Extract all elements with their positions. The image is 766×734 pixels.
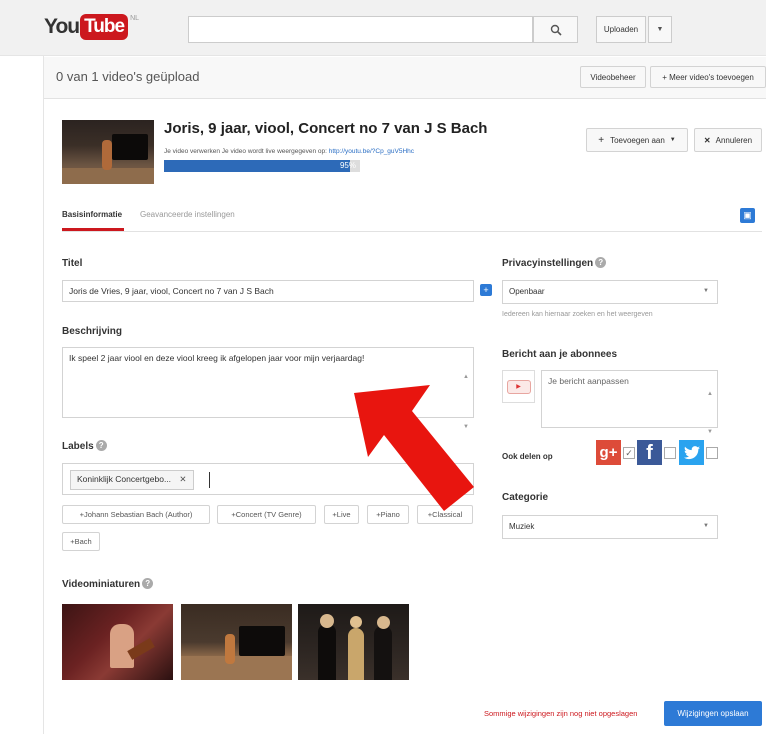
- masthead: You Tube NL Uploaden ▼: [0, 0, 766, 56]
- description-text: Ik speel 2 jaar viool en deze viool kree…: [69, 353, 365, 363]
- label-tag: Koninklijk Concertgebo... ✕: [70, 470, 194, 490]
- thumbnail-option-3[interactable]: [298, 604, 409, 680]
- title-info-icon[interactable]: +: [480, 284, 492, 296]
- youtube-logo[interactable]: You Tube NL: [44, 13, 139, 41]
- title-label: Titel: [62, 258, 83, 269]
- privacy-label-text: Privacyinstellingen: [502, 258, 594, 269]
- logo-region: NL: [130, 15, 140, 22]
- help-icon[interactable]: ?: [95, 440, 107, 451]
- upload-progress-label: 95%: [339, 161, 356, 170]
- search-button[interactable]: [533, 16, 578, 43]
- tab-advanced-settings[interactable]: Geavanceerde instellingen: [140, 210, 235, 219]
- add-to-label: Toevoegen aan: [610, 135, 665, 145]
- labels-label-text: Labels: [62, 441, 94, 452]
- annotation-arrow-icon: [354, 385, 474, 511]
- tabs-divider: [62, 231, 762, 232]
- google-plus-icon[interactable]: g+: [596, 440, 621, 465]
- text-caret: [209, 472, 210, 488]
- privacy-value: Openbaar: [509, 287, 545, 296]
- description-label: Beschrijving: [62, 326, 123, 337]
- facebook-checkbox[interactable]: [664, 447, 676, 459]
- privacy-hint: Iedereen kan hiernaar zoeken en het weer…: [502, 311, 653, 318]
- remove-tag-icon[interactable]: ✕: [179, 474, 186, 484]
- twitter-bird-icon: [683, 445, 700, 459]
- tab-basic-info[interactable]: Basisinformatie: [62, 210, 122, 219]
- page-border: [43, 56, 44, 734]
- upload-progress-bar: 95%: [164, 160, 360, 172]
- category-select[interactable]: Muziek ▼: [502, 515, 718, 539]
- upload-status-text: 0 van 1 video's geüpload: [56, 69, 200, 84]
- upload-status-bar: 0 van 1 video's geüpload Videobeheer + M…: [44, 57, 766, 99]
- search-input[interactable]: [188, 16, 533, 43]
- thumbnail-option-1[interactable]: [62, 604, 173, 680]
- upload-dropdown-button[interactable]: ▼: [648, 16, 672, 43]
- close-icon: ✕: [703, 135, 711, 145]
- thumbnail-option-2[interactable]: [181, 604, 292, 680]
- chevron-down-icon: ▼: [656, 26, 664, 33]
- upload-button[interactable]: Uploaden: [596, 16, 646, 43]
- processing-text: Je video verwerken Je video wordt live w…: [164, 148, 414, 155]
- video-thumbnail: [62, 120, 154, 184]
- unsaved-changes-warning: Sommige wijzigingen zijn nog niet opgesl…: [484, 709, 638, 718]
- label-tag-text: Koninklijk Concertgebo...: [77, 474, 172, 484]
- google-plus-checkbox[interactable]: ✓: [623, 447, 635, 459]
- upload-progress-fill: [164, 160, 351, 172]
- subscriber-message-textarea[interactable]: Je bericht aanpassen ▲ ▼: [541, 370, 718, 435]
- logo-you-text: You: [44, 15, 80, 38]
- channel-avatar: ▶: [502, 370, 535, 403]
- labels-heading: Labels?: [62, 440, 107, 452]
- share-label: Ook delen op: [502, 452, 553, 461]
- search-icon: [550, 24, 562, 36]
- subscriber-message-placeholder: Je bericht aanpassen: [548, 376, 629, 386]
- thumbnails-heading: Videominiaturen?: [62, 578, 154, 590]
- title-input[interactable]: Joris de Vries, 9 jaar, viool, Concert n…: [62, 280, 474, 302]
- help-icon[interactable]: ?: [595, 257, 607, 268]
- suggestion-concert[interactable]: +Concert (TV Genre): [217, 505, 316, 524]
- youtube-avatar-icon: ▶: [506, 379, 531, 394]
- add-to-button[interactable]: + Toevoegen aan ▼: [586, 128, 688, 152]
- twitter-icon[interactable]: [679, 440, 704, 465]
- category-heading: Categorie: [502, 492, 549, 503]
- privacy-select[interactable]: Openbaar ▼: [502, 280, 718, 304]
- privacy-heading: Privacyinstellingen?: [502, 257, 607, 269]
- suggestion-bach[interactable]: +Bach: [62, 532, 100, 551]
- logo-tube-text: Tube: [80, 14, 129, 40]
- twitter-checkbox[interactable]: [706, 447, 718, 459]
- save-status-icon[interactable]: ▣: [740, 208, 755, 223]
- video-link[interactable]: http://youtu.be/?Cp_guV5Hhc: [329, 148, 414, 155]
- plus-icon: +: [598, 134, 605, 146]
- facebook-icon[interactable]: f: [637, 440, 662, 465]
- subscribers-heading: Bericht aan je abonnees: [502, 349, 618, 360]
- textarea-scrollbar[interactable]: ▲ ▼: [707, 375, 713, 451]
- save-changes-button[interactable]: Wijzigingen opslaan: [664, 701, 762, 726]
- caret-down-icon: ▼: [669, 137, 676, 143]
- videomanager-button[interactable]: Videobeheer: [580, 66, 646, 88]
- cancel-upload-button[interactable]: ✕ Annuleren: [694, 128, 762, 152]
- thumbnails-label-text: Videominiaturen: [62, 579, 141, 590]
- cancel-label: Annuleren: [715, 135, 753, 145]
- add-more-videos-button[interactable]: + Meer video's toevoegen: [650, 66, 766, 88]
- help-icon[interactable]: ?: [142, 578, 154, 589]
- chevron-down-icon: ▼: [703, 523, 709, 529]
- suggestion-bach-author[interactable]: +Johann Sebastian Bach (Author): [62, 505, 210, 524]
- chevron-down-icon: ▼: [703, 288, 709, 294]
- category-value: Muziek: [509, 522, 535, 531]
- processing-message: Je video verwerken Je video wordt live w…: [164, 148, 329, 155]
- video-title: Joris, 9 jaar, viool, Concert no 7 van J…: [164, 120, 488, 137]
